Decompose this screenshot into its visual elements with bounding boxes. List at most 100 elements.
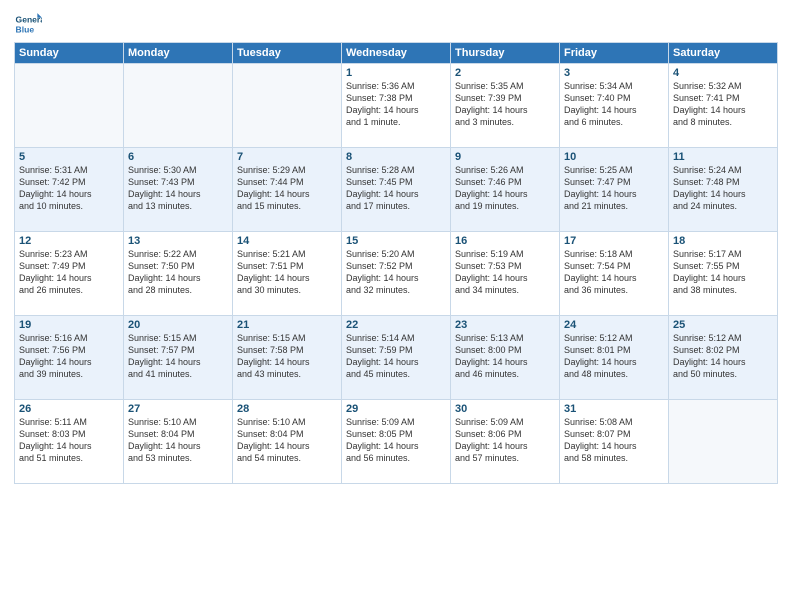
day-number: 2 <box>455 67 555 79</box>
day-number: 31 <box>564 403 664 415</box>
day-number: 13 <box>128 235 228 247</box>
cal-cell: 19Sunrise: 5:16 AM Sunset: 7:56 PM Dayli… <box>15 316 124 400</box>
cell-text: Sunrise: 5:36 AM Sunset: 7:38 PM Dayligh… <box>346 80 446 129</box>
cal-cell: 4Sunrise: 5:32 AM Sunset: 7:41 PM Daylig… <box>669 64 778 148</box>
cal-cell: 11Sunrise: 5:24 AM Sunset: 7:48 PM Dayli… <box>669 148 778 232</box>
day-number: 12 <box>19 235 119 247</box>
cal-cell: 23Sunrise: 5:13 AM Sunset: 8:00 PM Dayli… <box>451 316 560 400</box>
cal-cell: 31Sunrise: 5:08 AM Sunset: 8:07 PM Dayli… <box>560 400 669 484</box>
cal-cell: 27Sunrise: 5:10 AM Sunset: 8:04 PM Dayli… <box>124 400 233 484</box>
cal-cell: 22Sunrise: 5:14 AM Sunset: 7:59 PM Dayli… <box>342 316 451 400</box>
cal-cell: 26Sunrise: 5:11 AM Sunset: 8:03 PM Dayli… <box>15 400 124 484</box>
cell-text: Sunrise: 5:08 AM Sunset: 8:07 PM Dayligh… <box>564 416 664 465</box>
day-number: 16 <box>455 235 555 247</box>
week-row-4: 26Sunrise: 5:11 AM Sunset: 8:03 PM Dayli… <box>15 400 778 484</box>
cal-cell: 9Sunrise: 5:26 AM Sunset: 7:46 PM Daylig… <box>451 148 560 232</box>
day-header-wednesday: Wednesday <box>342 43 451 64</box>
cal-cell: 30Sunrise: 5:09 AM Sunset: 8:06 PM Dayli… <box>451 400 560 484</box>
day-number: 8 <box>346 151 446 163</box>
cell-text: Sunrise: 5:15 AM Sunset: 7:57 PM Dayligh… <box>128 332 228 381</box>
cal-cell: 15Sunrise: 5:20 AM Sunset: 7:52 PM Dayli… <box>342 232 451 316</box>
day-number: 7 <box>237 151 337 163</box>
calendar-table: SundayMondayTuesdayWednesdayThursdayFrid… <box>14 42 778 484</box>
day-number: 1 <box>346 67 446 79</box>
cal-cell: 20Sunrise: 5:15 AM Sunset: 7:57 PM Dayli… <box>124 316 233 400</box>
day-header-tuesday: Tuesday <box>233 43 342 64</box>
cell-text: Sunrise: 5:20 AM Sunset: 7:52 PM Dayligh… <box>346 248 446 297</box>
week-row-2: 12Sunrise: 5:23 AM Sunset: 7:49 PM Dayli… <box>15 232 778 316</box>
cell-text: Sunrise: 5:19 AM Sunset: 7:53 PM Dayligh… <box>455 248 555 297</box>
day-number: 26 <box>19 403 119 415</box>
day-number: 25 <box>673 319 773 331</box>
cal-cell: 8Sunrise: 5:28 AM Sunset: 7:45 PM Daylig… <box>342 148 451 232</box>
day-number: 5 <box>19 151 119 163</box>
page: General Blue SundayMondayTuesdayWednesda… <box>0 0 792 494</box>
cal-cell: 14Sunrise: 5:21 AM Sunset: 7:51 PM Dayli… <box>233 232 342 316</box>
cell-text: Sunrise: 5:16 AM Sunset: 7:56 PM Dayligh… <box>19 332 119 381</box>
day-number: 30 <box>455 403 555 415</box>
day-header-monday: Monday <box>124 43 233 64</box>
day-number: 29 <box>346 403 446 415</box>
logo: General Blue <box>14 10 42 38</box>
cal-cell: 2Sunrise: 5:35 AM Sunset: 7:39 PM Daylig… <box>451 64 560 148</box>
cal-cell: 3Sunrise: 5:34 AM Sunset: 7:40 PM Daylig… <box>560 64 669 148</box>
cal-cell: 29Sunrise: 5:09 AM Sunset: 8:05 PM Dayli… <box>342 400 451 484</box>
cal-cell <box>15 64 124 148</box>
cell-text: Sunrise: 5:24 AM Sunset: 7:48 PM Dayligh… <box>673 164 773 213</box>
cal-cell: 1Sunrise: 5:36 AM Sunset: 7:38 PM Daylig… <box>342 64 451 148</box>
cell-text: Sunrise: 5:09 AM Sunset: 8:05 PM Dayligh… <box>346 416 446 465</box>
cell-text: Sunrise: 5:12 AM Sunset: 8:01 PM Dayligh… <box>564 332 664 381</box>
cell-text: Sunrise: 5:32 AM Sunset: 7:41 PM Dayligh… <box>673 80 773 129</box>
cell-text: Sunrise: 5:15 AM Sunset: 7:58 PM Dayligh… <box>237 332 337 381</box>
day-header-saturday: Saturday <box>669 43 778 64</box>
cell-text: Sunrise: 5:34 AM Sunset: 7:40 PM Dayligh… <box>564 80 664 129</box>
day-number: 15 <box>346 235 446 247</box>
cal-cell: 7Sunrise: 5:29 AM Sunset: 7:44 PM Daylig… <box>233 148 342 232</box>
cal-cell: 24Sunrise: 5:12 AM Sunset: 8:01 PM Dayli… <box>560 316 669 400</box>
cal-cell: 5Sunrise: 5:31 AM Sunset: 7:42 PM Daylig… <box>15 148 124 232</box>
cell-text: Sunrise: 5:25 AM Sunset: 7:47 PM Dayligh… <box>564 164 664 213</box>
day-number: 9 <box>455 151 555 163</box>
cell-text: Sunrise: 5:13 AM Sunset: 8:00 PM Dayligh… <box>455 332 555 381</box>
day-number: 4 <box>673 67 773 79</box>
cell-text: Sunrise: 5:18 AM Sunset: 7:54 PM Dayligh… <box>564 248 664 297</box>
cell-text: Sunrise: 5:10 AM Sunset: 8:04 PM Dayligh… <box>128 416 228 465</box>
calendar-header-row: SundayMondayTuesdayWednesdayThursdayFrid… <box>15 43 778 64</box>
cal-cell <box>669 400 778 484</box>
cal-cell: 6Sunrise: 5:30 AM Sunset: 7:43 PM Daylig… <box>124 148 233 232</box>
cal-cell <box>124 64 233 148</box>
cal-cell <box>233 64 342 148</box>
cell-text: Sunrise: 5:35 AM Sunset: 7:39 PM Dayligh… <box>455 80 555 129</box>
day-number: 27 <box>128 403 228 415</box>
day-header-friday: Friday <box>560 43 669 64</box>
cell-text: Sunrise: 5:11 AM Sunset: 8:03 PM Dayligh… <box>19 416 119 465</box>
day-number: 14 <box>237 235 337 247</box>
day-number: 10 <box>564 151 664 163</box>
day-number: 6 <box>128 151 228 163</box>
cal-cell: 17Sunrise: 5:18 AM Sunset: 7:54 PM Dayli… <box>560 232 669 316</box>
logo-icon: General Blue <box>14 10 42 38</box>
day-number: 3 <box>564 67 664 79</box>
cal-cell: 13Sunrise: 5:22 AM Sunset: 7:50 PM Dayli… <box>124 232 233 316</box>
cell-text: Sunrise: 5:31 AM Sunset: 7:42 PM Dayligh… <box>19 164 119 213</box>
week-row-0: 1Sunrise: 5:36 AM Sunset: 7:38 PM Daylig… <box>15 64 778 148</box>
cal-cell: 12Sunrise: 5:23 AM Sunset: 7:49 PM Dayli… <box>15 232 124 316</box>
day-number: 17 <box>564 235 664 247</box>
day-number: 11 <box>673 151 773 163</box>
cell-text: Sunrise: 5:12 AM Sunset: 8:02 PM Dayligh… <box>673 332 773 381</box>
cell-text: Sunrise: 5:30 AM Sunset: 7:43 PM Dayligh… <box>128 164 228 213</box>
day-number: 20 <box>128 319 228 331</box>
cal-cell: 16Sunrise: 5:19 AM Sunset: 7:53 PM Dayli… <box>451 232 560 316</box>
cell-text: Sunrise: 5:14 AM Sunset: 7:59 PM Dayligh… <box>346 332 446 381</box>
day-number: 23 <box>455 319 555 331</box>
day-header-thursday: Thursday <box>451 43 560 64</box>
cal-cell: 25Sunrise: 5:12 AM Sunset: 8:02 PM Dayli… <box>669 316 778 400</box>
cal-cell: 28Sunrise: 5:10 AM Sunset: 8:04 PM Dayli… <box>233 400 342 484</box>
cell-text: Sunrise: 5:10 AM Sunset: 8:04 PM Dayligh… <box>237 416 337 465</box>
day-number: 22 <box>346 319 446 331</box>
cell-text: Sunrise: 5:09 AM Sunset: 8:06 PM Dayligh… <box>455 416 555 465</box>
cal-cell: 21Sunrise: 5:15 AM Sunset: 7:58 PM Dayli… <box>233 316 342 400</box>
day-number: 18 <box>673 235 773 247</box>
week-row-1: 5Sunrise: 5:31 AM Sunset: 7:42 PM Daylig… <box>15 148 778 232</box>
day-number: 19 <box>19 319 119 331</box>
